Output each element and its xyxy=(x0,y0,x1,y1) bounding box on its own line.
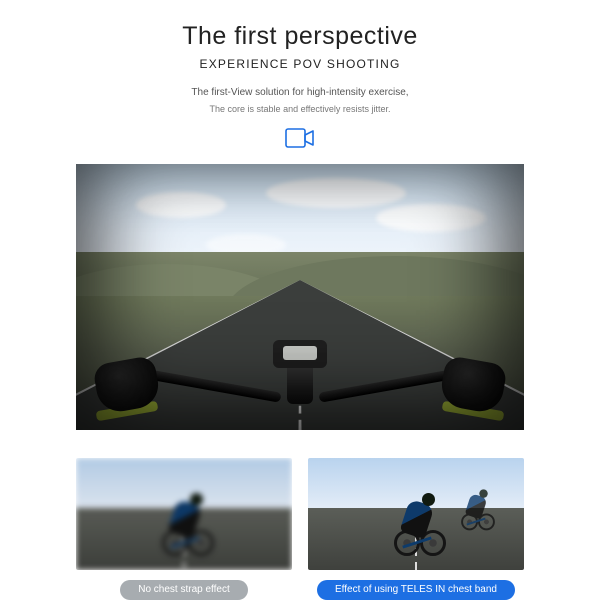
thumb-no-strap xyxy=(76,458,292,570)
comparison-card-without: No chest strap effect xyxy=(76,458,292,600)
headline: The first perspective xyxy=(182,22,418,51)
pov-hero-image xyxy=(76,164,524,430)
description-line-2: The core is stable and effectively resis… xyxy=(182,104,418,114)
thumb-with-strap xyxy=(308,458,524,570)
product-feature-panel: The first perspective EXPERIENCE POV SHO… xyxy=(0,0,600,600)
label-no-strap: No chest strap effect xyxy=(120,580,248,600)
comparison-card-with: Effect of using TELES IN chest band xyxy=(308,458,524,600)
camera-mount xyxy=(273,340,327,368)
label-with-strap: Effect of using TELES IN chest band xyxy=(317,580,515,600)
video-camera-icon xyxy=(285,128,315,148)
comparison-row: No chest strap effect xyxy=(76,458,524,600)
subheadline: EXPERIENCE POV SHOOTING xyxy=(182,57,418,71)
handlebars xyxy=(76,334,524,430)
header: The first perspective EXPERIENCE POV SHO… xyxy=(182,0,418,114)
description-line-1: The first-View solution for high-intensi… xyxy=(182,87,418,98)
